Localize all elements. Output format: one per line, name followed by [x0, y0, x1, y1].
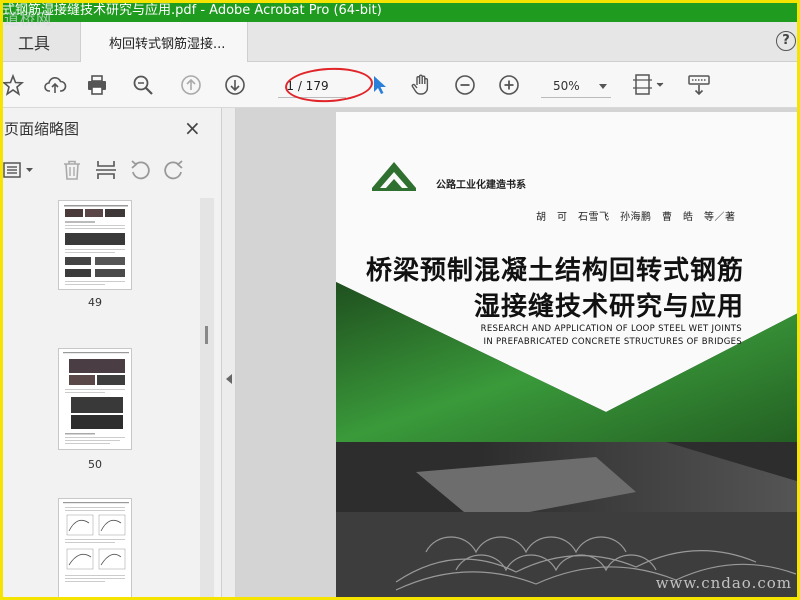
options-icon[interactable] — [2, 158, 36, 182]
book-title-line2: 湿接缝技术研究与应用 — [473, 292, 744, 322]
book-authors: 胡 可 石雪飞 孙海鹏 曹 皓 等／著 — [536, 212, 736, 223]
book-title-en-line1: RESEARCH AND APPLICATION OF LOOP STEEL W… — [480, 324, 742, 334]
next-page-icon[interactable] — [222, 72, 248, 98]
thumbnail-page-49[interactable] — [58, 200, 132, 290]
zoom-level-value: 50% — [553, 79, 580, 93]
cover-artwork — [336, 162, 800, 600]
hand-tool-icon[interactable] — [408, 72, 434, 98]
thumbnail-list: 49 50 — [0, 198, 200, 600]
book-cover-page: 公路工业化建造书系 胡 可 石雪飞 孙海鹏 曹 皓 等／著 桥梁预制混凝土结构回… — [336, 112, 800, 600]
watermark-top-left: 道桥网 — [4, 10, 53, 28]
undo-icon[interactable] — [128, 158, 152, 182]
insert-page-icon[interactable] — [94, 158, 118, 182]
keyboard-tool-icon[interactable] — [686, 72, 712, 98]
page-thumbnails-panel: 页面缩略图 × 49 50 — [0, 108, 222, 600]
chevron-down-icon — [599, 84, 607, 89]
prev-page-icon[interactable] — [178, 72, 204, 98]
document-view: 公路工业化建造书系 胡 可 石雪飞 孙海鹏 曹 皓 等／著 桥梁预制混凝土结构回… — [236, 108, 800, 600]
tab-bar: 工具 构回转式钢筋湿接... ? — [0, 22, 800, 62]
thumbnail-scrollbar[interactable] — [200, 198, 214, 600]
window-title: 式钢筋湿接缝技术研究与应用.pdf - Adobe Acrobat Pro (6… — [2, 3, 382, 18]
help-icon[interactable]: ? — [776, 31, 796, 51]
tab-document-label: 构回转式钢筋湿接... — [109, 36, 226, 52]
main-toolbar: 1 / 179 50% — [0, 62, 800, 108]
publisher-logo — [372, 162, 416, 191]
thumbnail-page-number: 50 — [88, 458, 102, 471]
collapse-arrow-icon[interactable] — [226, 374, 232, 384]
zoom-level-select[interactable]: 50% — [541, 74, 611, 98]
thumbnail-page-51[interactable] — [58, 498, 132, 600]
upload-icon[interactable] — [42, 72, 68, 98]
print-icon[interactable] — [84, 72, 110, 98]
star-icon[interactable] — [0, 72, 26, 98]
book-title-line1: 桥梁预制混凝土结构回转式钢筋 — [365, 256, 744, 286]
zoom-out-icon[interactable] — [452, 72, 478, 98]
close-icon[interactable]: × — [184, 116, 201, 140]
window-titlebar: 式钢筋湿接缝技术研究与应用.pdf - Adobe Acrobat Pro (6… — [0, 0, 800, 22]
thumbnail-toolbar — [0, 154, 210, 186]
watermark-bottom-right: www.cndao.com — [655, 574, 792, 592]
thumbnail-page-number: 49 — [88, 296, 102, 309]
book-series-name: 公路工业化建造书系 — [436, 180, 526, 191]
panel-resize-handle[interactable] — [205, 326, 208, 344]
redo-icon[interactable] — [162, 158, 186, 182]
thumbnail-page-50[interactable] — [58, 348, 132, 450]
zoom-in-icon[interactable] — [496, 72, 522, 98]
fit-page-icon[interactable] — [632, 72, 666, 98]
trash-icon[interactable] — [60, 158, 84, 182]
zoom-search-icon[interactable] — [130, 72, 156, 98]
tab-document[interactable]: 构回转式钢筋湿接... — [80, 22, 248, 62]
panel-collapse-strip[interactable] — [222, 108, 236, 600]
book-title-en-line2: IN PREFABRICATED CONCRETE STRUCTURES OF … — [483, 337, 742, 347]
panel-title: 页面缩略图 — [4, 120, 80, 138]
